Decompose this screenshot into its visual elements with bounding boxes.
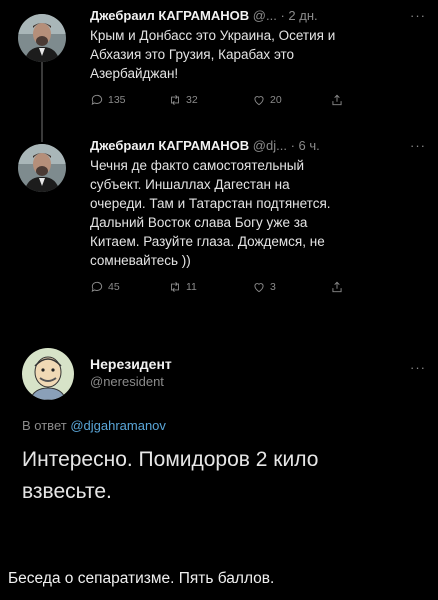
- tweet-time[interactable]: · 2 дн.: [280, 8, 317, 23]
- tweet-text-line: Азербайджан!: [90, 66, 179, 81]
- reply-button[interactable]: 135: [90, 93, 168, 107]
- tweet-text: Крым и Донбасс это Украина, Осетия и Абх…: [90, 26, 426, 83]
- tweet-time[interactable]: · 6 ч.: [291, 138, 320, 153]
- tweet-actions: 135 32 20: [90, 93, 426, 107]
- retweet-button[interactable]: 32: [168, 93, 252, 107]
- retweet-button[interactable]: 11: [168, 280, 252, 294]
- author-avatar[interactable]: [18, 144, 66, 192]
- like-count: 3: [270, 281, 276, 293]
- tweet-2[interactable]: Джебраил КАГРАМАНОВ @dj... · 6 ч. ··· Че…: [0, 138, 438, 328]
- reply-text-line: взвесьте.: [22, 480, 112, 503]
- tweet-text-line: очереди. Там и Татарстан подтянется.: [90, 196, 331, 211]
- focused-reply[interactable]: Нерезидент @neresident ··· В ответ @djga…: [0, 348, 438, 523]
- retweet-count: 32: [186, 94, 198, 106]
- reply-button[interactable]: 45: [90, 280, 168, 294]
- like-button[interactable]: 20: [252, 93, 330, 107]
- author-avatar[interactable]: [18, 14, 66, 62]
- tweet-text-line: Китаем. Разуйте глаза. Дождемся, не: [90, 234, 325, 249]
- retweet-icon: [171, 282, 179, 292]
- reply-text-line: Интересно. Помидоров 2 кило: [22, 448, 319, 471]
- reply-to-line: В ответ @djgahramanov: [22, 418, 166, 433]
- retweet-icon: [171, 95, 179, 105]
- share-button[interactable]: [330, 280, 344, 294]
- tweet-text: Чечня де факто самостоятельный субъект. …: [90, 156, 426, 270]
- reply-text: Интересно. Помидоров 2 кило взвесьте.: [22, 444, 318, 508]
- like-button[interactable]: 3: [252, 280, 330, 294]
- tweet-text-line: Чечня де факто самостоятельный: [90, 158, 305, 173]
- tweet-meta: Джебраил КАГРАМАНОВ @... · 2 дн. ···: [90, 8, 426, 23]
- tweet-text-line: Крым и Донбасс это Украина, Осетия и: [90, 28, 336, 43]
- tweet-text-line: сомневайтесь )): [90, 253, 191, 268]
- tweet-text-line: Дальний Восток слава Богу уже за: [90, 215, 308, 230]
- tweet-text-line: Абхазия это Грузия, Карабах это: [90, 47, 295, 62]
- reply-count: 135: [108, 94, 126, 106]
- author-handle[interactable]: @dj...: [253, 138, 287, 153]
- reply-author-name[interactable]: Нерезидент: [90, 356, 172, 372]
- like-count: 20: [270, 94, 282, 106]
- reply-to-prefix: В ответ: [22, 418, 67, 433]
- reply-author-handle[interactable]: @neresident: [90, 374, 172, 389]
- tweet-meta: Джебраил КАГРАМАНОВ @dj... · 6 ч. ···: [90, 138, 426, 153]
- heart-icon: [254, 283, 264, 293]
- comment-icon: [91, 94, 103, 105]
- reply-count: 45: [108, 281, 120, 293]
- more-options-icon[interactable]: ···: [410, 138, 426, 153]
- tweet-text-line: субъект. Иншаллах Дагестан на: [90, 177, 290, 192]
- heart-icon: [254, 96, 264, 106]
- more-options-icon[interactable]: ···: [410, 8, 426, 23]
- retweet-count: 11: [186, 281, 197, 293]
- tweet-actions: 45 11 3: [90, 280, 426, 294]
- author-name[interactable]: Джебраил КАГРАМАНОВ: [90, 138, 249, 153]
- image-caption: Беседа о сепаратизме. Пять баллов.: [8, 570, 275, 587]
- comment-icon: [91, 281, 103, 292]
- reply-avatar[interactable]: [22, 348, 74, 400]
- share-icon: [332, 94, 342, 106]
- reply-to-handle-link[interactable]: @djgahramanov: [70, 418, 166, 433]
- more-options-icon[interactable]: ···: [410, 360, 426, 375]
- author-name[interactable]: Джебраил КАГРАМАНОВ: [90, 8, 249, 23]
- author-handle[interactable]: @...: [253, 8, 277, 23]
- tweet-1[interactable]: Джебраил КАГРАМАНОВ @... · 2 дн. ··· Кры…: [0, 8, 438, 138]
- share-icon: [332, 281, 342, 293]
- share-button[interactable]: [330, 93, 344, 107]
